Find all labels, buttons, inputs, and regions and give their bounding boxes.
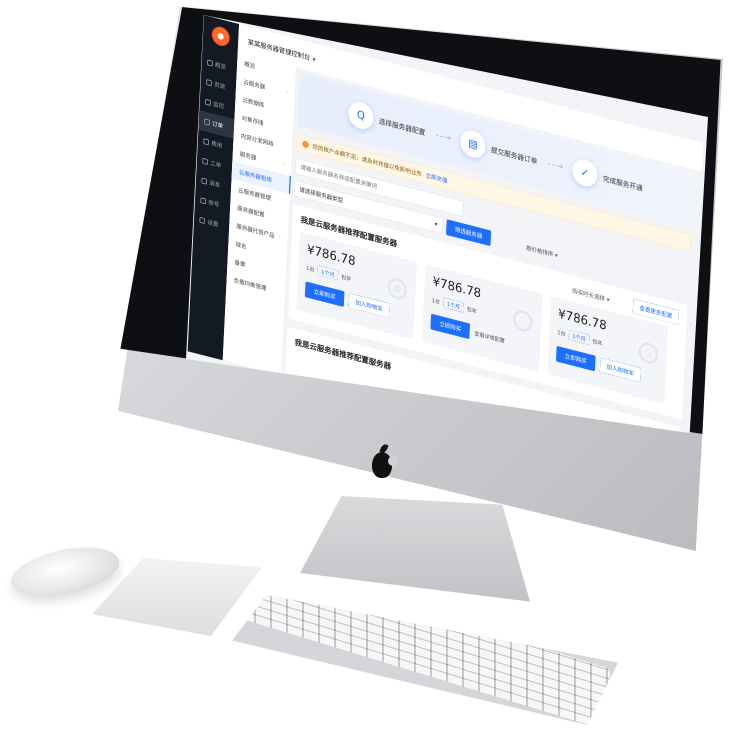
ticket-icon	[202, 157, 209, 165]
user-icon	[200, 197, 207, 205]
add-cart-button[interactable]: 加入购物车	[599, 357, 641, 383]
sort-dropdown[interactable]: 按价格排序 ▾	[526, 243, 558, 260]
add-cart-button[interactable]: 加入购物车	[348, 293, 390, 319]
apple-logo-icon	[372, 452, 398, 478]
arrow-right-icon: - - →	[547, 158, 563, 173]
wallet-icon	[203, 138, 209, 146]
filter-button[interactable]: 筛选服务器	[446, 219, 492, 247]
chevron-right-icon: ›	[278, 232, 282, 239]
message-icon	[201, 177, 208, 185]
warning-icon: !	[302, 140, 309, 149]
arrow-right-icon: - - →	[435, 129, 451, 144]
chevron-right-icon: ›	[282, 160, 285, 167]
chevron-down-icon: ▾	[434, 220, 438, 228]
cube-icon	[206, 79, 212, 87]
gear-icon	[199, 216, 206, 225]
step: Q 选择服务器配置	[347, 99, 426, 145]
step: ✓ 完成服务开通	[571, 156, 643, 201]
imac-stand	[300, 496, 530, 602]
cycle-option[interactable]: 1个月	[317, 265, 339, 281]
chevron-down-icon: ▼	[312, 56, 316, 63]
buy-button[interactable]: 立即购买	[430, 313, 471, 340]
magic-trackpad	[92, 558, 262, 636]
app-logo-icon	[211, 24, 231, 49]
cycle-option[interactable]: 1个月	[442, 297, 464, 313]
details-link[interactable]: 查看详情配置	[474, 329, 505, 344]
search-icon: Q	[347, 99, 375, 132]
cycle-option[interactable]: 1个月	[568, 329, 590, 345]
keyboard	[232, 595, 618, 725]
step-label: 选择服务器配置	[378, 116, 426, 138]
step-label: 完成服务开通	[602, 174, 643, 193]
check-icon: ✓	[571, 156, 599, 190]
step: ▤ 提交服务器订单	[459, 127, 538, 174]
chevron-right-icon: ›	[285, 88, 289, 95]
magic-mouse	[6, 539, 124, 605]
list-icon	[204, 118, 210, 126]
grid-icon	[207, 59, 213, 67]
recharge-link[interactable]: 立即充值	[425, 171, 447, 185]
buy-button[interactable]: 立即购买	[304, 281, 345, 307]
chart-icon	[205, 98, 211, 106]
step-label: 提交服务器订单	[490, 145, 538, 166]
duration-select[interactable]: 购买时长选择 ▾	[572, 286, 610, 304]
document-icon: ▤	[459, 127, 487, 161]
buy-button[interactable]: 立即购买	[555, 345, 596, 372]
